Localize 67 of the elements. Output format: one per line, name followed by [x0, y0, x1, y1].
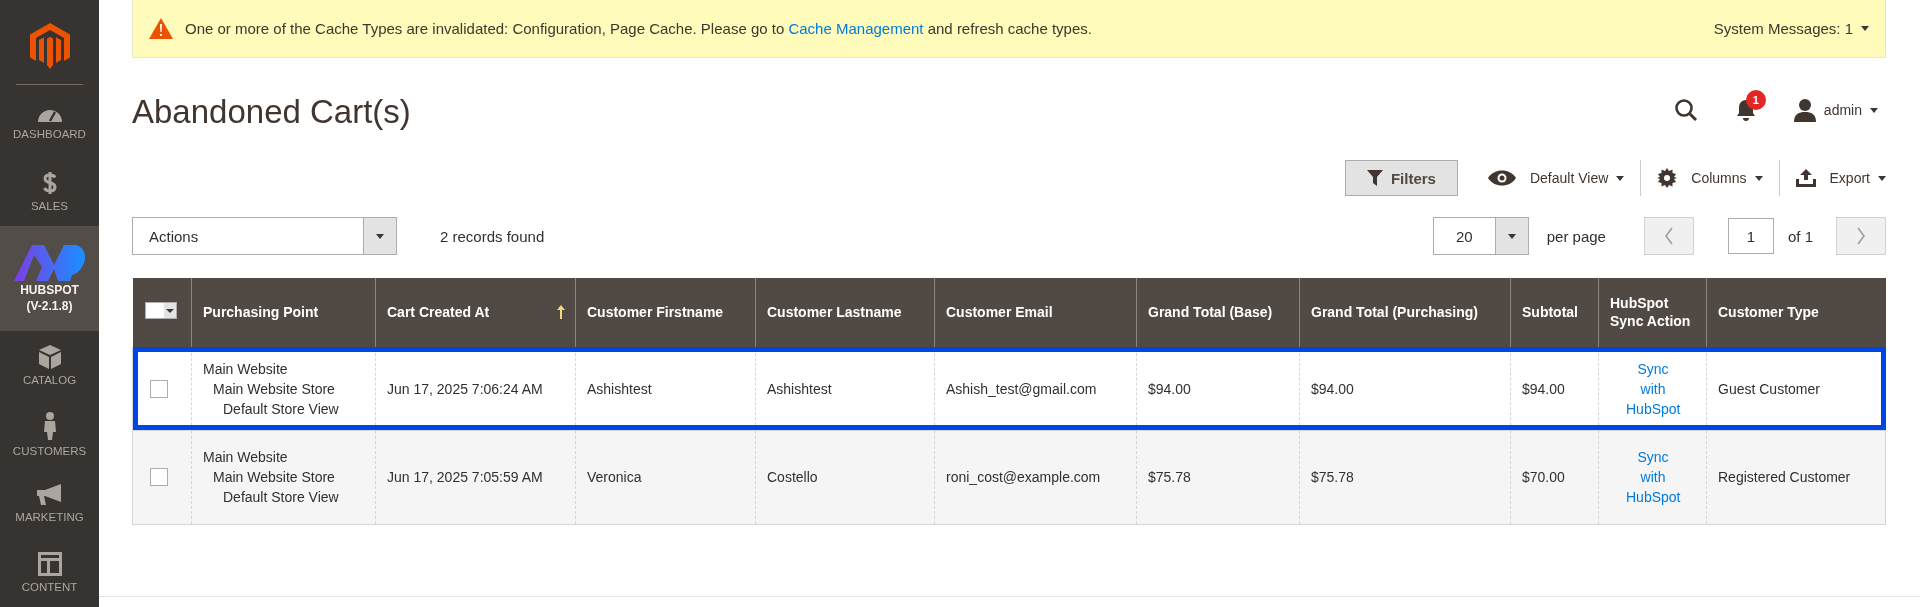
per-page-label: per page: [1546, 227, 1606, 245]
table-cell: Veronica: [575, 430, 756, 524]
logo-icon[interactable]: [29, 22, 70, 69]
logo-icon: [13, 244, 86, 281]
layout-icon: [37, 552, 62, 577]
box-icon: [38, 345, 61, 370]
eye-icon: [1487, 170, 1516, 186]
row-checkbox[interactable]: [150, 379, 168, 398]
search-icon[interactable]: [1673, 98, 1698, 122]
dollar-icon: [41, 170, 58, 195]
sidebar-nav-item[interactable]: SALES: [0, 156, 99, 226]
page-total: of 1: [1787, 227, 1813, 245]
funnel-icon: [1366, 170, 1383, 186]
sidebar-nav-item[interactable]: CATALOG: [0, 331, 99, 401]
system-messages-toggle[interactable]: System Messages: 1: [1713, 20, 1869, 37]
purchasing-point-text: Main Website: [203, 448, 289, 467]
purchasing-point-text: Main Website Store: [212, 379, 336, 399]
sidebar-nav-item[interactable]: DASHBOARD: [0, 87, 99, 157]
table-cell: Jun 17, 2025 7:05:59 AM: [375, 430, 576, 524]
export-dropdown[interactable]: Export: [1795, 169, 1886, 187]
chevron-right-icon: [1856, 227, 1866, 245]
table-cell: roni_cost@example.com: [934, 430, 1137, 524]
column-header[interactable]: Customer Type: [1706, 278, 1886, 347]
warning-icon: [149, 18, 173, 39]
sync-with-hubspot-link[interactable]: Sync with HubSpot: [1626, 358, 1680, 419]
person-icon: [42, 412, 57, 441]
table-cell: Costello: [755, 430, 935, 524]
purchasing-point-text: Main Website: [203, 359, 289, 379]
page-number-field[interactable]: 1: [1727, 218, 1774, 254]
records-count: 2 records found: [440, 227, 545, 245]
column-header[interactable]: Grand Total (Purchasing): [1299, 278, 1511, 347]
chevron-left-icon: [1663, 227, 1674, 245]
filters-button[interactable]: Filters: [1344, 160, 1458, 196]
column-header[interactable]: Cart Created At: [375, 278, 576, 347]
upload-icon: [1795, 169, 1816, 187]
megaphone-icon: [36, 484, 63, 507]
columns-dropdown[interactable]: Columns: [1657, 168, 1763, 188]
row-checkbox[interactable]: [150, 468, 168, 486]
system-message-text: One or more of the Cache Types are invalidated: Configuration, Page Cache. Please go to Cache Management and refresh cache types.: [185, 20, 1092, 37]
sidebar-nav-item[interactable]: MARKETING: [0, 469, 99, 539]
view-dropdown[interactable]: Default View: [1487, 170, 1625, 186]
column-header[interactable]: Purchasing Point: [191, 278, 376, 347]
notification-count-badge: 1: [1745, 90, 1766, 110]
table-cell: Registered Customer: [1706, 430, 1886, 524]
column-header[interactable]: Customer Lastname: [755, 278, 935, 347]
user-menu[interactable]: admin: [1793, 98, 1878, 122]
per-page-dropdown[interactable]: 20: [1432, 217, 1529, 255]
sidebar-nav-item[interactable]: CUSTOMERS: [0, 400, 99, 470]
sidebar-nav-item[interactable]: CONTENT: [0, 538, 99, 607]
column-header[interactable]: Subtotal: [1510, 278, 1599, 347]
table-cell: $70.00: [1510, 430, 1599, 524]
actions-dropdown[interactable]: Actions: [132, 217, 397, 255]
column-header[interactable]: Grand Total (Base): [1136, 278, 1300, 347]
table-cell: $75.78: [1136, 430, 1300, 524]
purchasing-point-text: Default Store View: [222, 488, 340, 507]
column-header[interactable]: Customer Email: [934, 278, 1137, 347]
purchasing-point-text: Main Website Store: [212, 468, 336, 487]
user-icon: [1793, 98, 1816, 122]
settings-icon: [1657, 168, 1678, 188]
table-cell: $75.78: [1299, 430, 1511, 524]
page-title: Abandoned Cart(s): [132, 93, 411, 131]
mass-select-control[interactable]: [144, 302, 177, 320]
column-header[interactable]: HubSpot Sync Action: [1598, 278, 1707, 347]
purchasing-point-text: Default Store View: [222, 399, 340, 419]
column-header[interactable]: Customer Firstname: [575, 278, 756, 347]
sidebar-nav-item[interactable]: HUBSPOT (V-2.1.8): [0, 225, 99, 332]
cache-management-link[interactable]: Cache Management: [788, 20, 924, 37]
